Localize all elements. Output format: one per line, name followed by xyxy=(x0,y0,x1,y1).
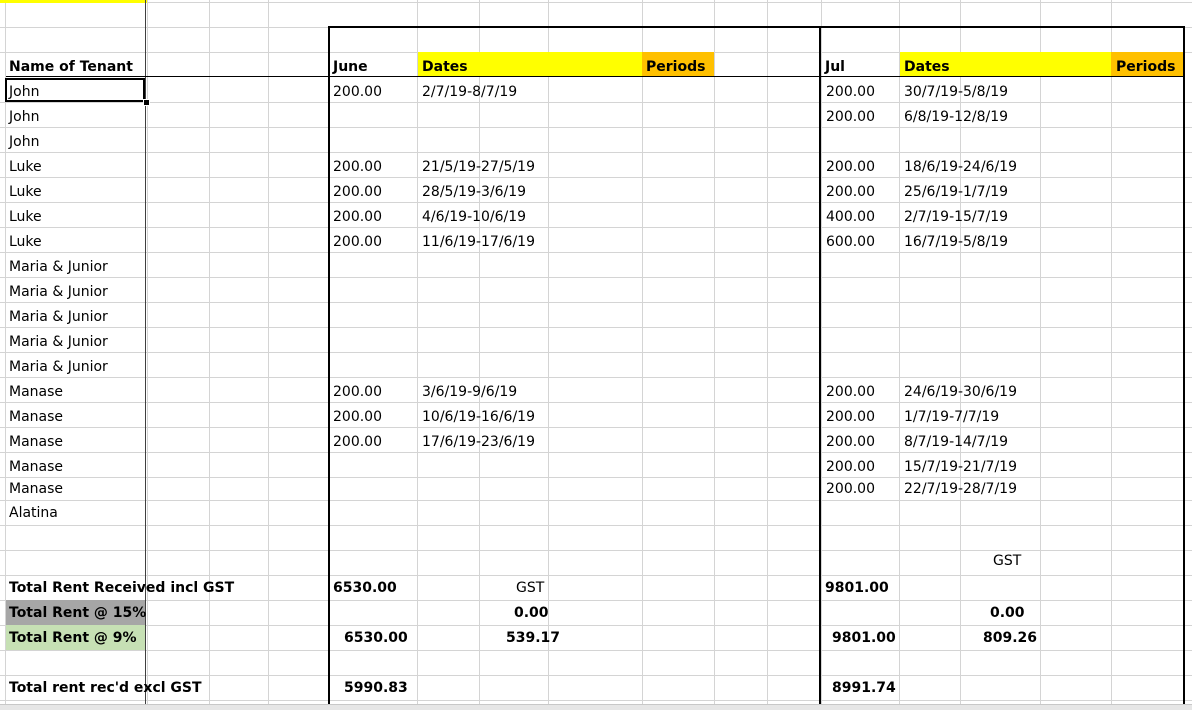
total-received-jul[interactable]: 9801.00 xyxy=(825,576,889,601)
june-dates[interactable]: 28/5/19-3/6/19 xyxy=(422,180,526,205)
tenant-name[interactable]: John xyxy=(9,80,39,105)
rent-9-label[interactable]: Total Rent @ 9% xyxy=(9,626,137,651)
rent-9-gst-jul[interactable]: 809.26 xyxy=(983,626,1037,651)
excl-gst-jul[interactable]: 8991.74 xyxy=(832,676,896,701)
tenant-name[interactable]: Manase xyxy=(9,477,63,502)
jul-dates[interactable]: 2/7/19-15/7/19 xyxy=(904,205,1008,230)
june-dates[interactable]: 3/6/19-9/6/19 xyxy=(422,380,517,405)
gst-label-june[interactable]: GST xyxy=(516,576,544,601)
june-amount[interactable]: 200.00 xyxy=(333,430,382,455)
tenant-name[interactable]: Luke xyxy=(9,155,42,180)
tenant-name[interactable]: Luke xyxy=(9,180,42,205)
jul-amount[interactable]: 200.00 xyxy=(826,105,875,130)
jul-dates[interactable]: 1/7/19-7/7/19 xyxy=(904,405,999,430)
tenant-name[interactable]: John xyxy=(9,105,39,130)
jul-amount[interactable]: 200.00 xyxy=(826,380,875,405)
june-dates[interactable]: 11/6/19-17/6/19 xyxy=(422,230,535,255)
june-amount[interactable]: 200.00 xyxy=(333,230,382,255)
tenant-name[interactable]: Luke xyxy=(9,205,42,230)
tenant-name[interactable]: Luke xyxy=(9,230,42,255)
gst-label-jul[interactable]: GST xyxy=(993,549,1021,574)
tenant-name[interactable]: Maria & Junior xyxy=(9,305,108,330)
tenant-name[interactable]: Maria & Junior xyxy=(9,330,108,355)
tenant-name[interactable]: Alatina xyxy=(9,501,58,526)
june-dates[interactable]: 2/7/19-8/7/19 xyxy=(422,80,517,105)
rent-15-label[interactable]: Total Rent @ 15% xyxy=(9,601,146,626)
jul-dates[interactable]: 25/6/19-1/7/19 xyxy=(904,180,1008,205)
jul-dates[interactable]: 16/7/19-5/8/19 xyxy=(904,230,1008,255)
table-border-left xyxy=(328,26,330,709)
header-periods-jul[interactable]: Periods xyxy=(1116,55,1175,80)
excl-gst-label[interactable]: Total rent rec'd excl GST xyxy=(9,676,202,701)
header-dates-june[interactable]: Dates xyxy=(422,55,468,80)
jul-amount[interactable]: 600.00 xyxy=(826,230,875,255)
jul-dates[interactable]: 18/6/19-24/6/19 xyxy=(904,155,1017,180)
rent-9-june[interactable]: 6530.00 xyxy=(344,626,408,651)
tenant-name[interactable]: Manase xyxy=(9,405,63,430)
tenant-name[interactable]: Manase xyxy=(9,430,63,455)
jul-dates[interactable]: 24/6/19-30/6/19 xyxy=(904,380,1017,405)
header-dates-jul[interactable]: Dates xyxy=(904,55,950,80)
total-received-label[interactable]: Total Rent Received incl GST xyxy=(9,576,234,601)
jul-amount[interactable]: 200.00 xyxy=(826,80,875,105)
rent-9-jul[interactable]: 9801.00 xyxy=(832,626,896,651)
june-amount[interactable]: 200.00 xyxy=(333,405,382,430)
jul-dates[interactable]: 30/7/19-5/8/19 xyxy=(904,80,1008,105)
tenant-name[interactable]: Manase xyxy=(9,380,63,405)
table-border-top xyxy=(328,26,1185,28)
total-received-june[interactable]: 6530.00 xyxy=(333,576,397,601)
rent-15-gst-june[interactable]: 0.00 xyxy=(514,601,549,626)
june-dates[interactable]: 17/6/19-23/6/19 xyxy=(422,430,535,455)
header-june[interactable]: June xyxy=(333,55,368,80)
jul-amount[interactable]: 200.00 xyxy=(826,180,875,205)
rent-15-gst-jul[interactable]: 0.00 xyxy=(990,601,1025,626)
tenant-name[interactable]: Maria & Junior xyxy=(9,255,108,280)
june-amount[interactable]: 200.00 xyxy=(333,80,382,105)
header-name-of-tenant[interactable]: Name of Tenant xyxy=(9,55,133,80)
june-amount[interactable]: 200.00 xyxy=(333,380,382,405)
header-underline xyxy=(6,76,1185,77)
tenant-name[interactable]: John xyxy=(9,130,39,155)
rent-9-gst-june[interactable]: 539.17 xyxy=(506,626,560,651)
jul-dates[interactable]: 8/7/19-14/7/19 xyxy=(904,430,1008,455)
tenant-name[interactable]: Maria & Junior xyxy=(9,280,108,305)
jul-amount[interactable]: 200.00 xyxy=(826,430,875,455)
top-left-yellow-fill xyxy=(0,0,147,3)
jul-dates[interactable]: 6/8/19-12/8/19 xyxy=(904,105,1008,130)
table-border-right xyxy=(1183,26,1185,709)
june-amount[interactable]: 200.00 xyxy=(333,205,382,230)
horizontal-scrollbar[interactable] xyxy=(0,704,1192,710)
header-jul[interactable]: Jul xyxy=(825,55,845,80)
header-periods-june[interactable]: Periods xyxy=(646,55,705,80)
jul-dates[interactable]: 22/7/19-28/7/19 xyxy=(904,477,1017,502)
jul-amount[interactable]: 200.00 xyxy=(826,155,875,180)
tenant-name[interactable]: Maria & Junior xyxy=(9,355,108,380)
june-dates[interactable]: 21/5/19-27/5/19 xyxy=(422,155,535,180)
june-dates[interactable]: 4/6/19-10/6/19 xyxy=(422,205,526,230)
jul-amount[interactable]: 400.00 xyxy=(826,205,875,230)
jul-amount[interactable]: 200.00 xyxy=(826,477,875,502)
june-dates[interactable]: 10/6/19-16/6/19 xyxy=(422,405,535,430)
excl-gst-june[interactable]: 5990.83 xyxy=(344,676,408,701)
june-amount[interactable]: 200.00 xyxy=(333,180,382,205)
fill-handle[interactable] xyxy=(143,99,150,106)
table-border-mid xyxy=(819,26,821,709)
jul-amount[interactable]: 200.00 xyxy=(826,405,875,430)
june-amount[interactable]: 200.00 xyxy=(333,155,382,180)
